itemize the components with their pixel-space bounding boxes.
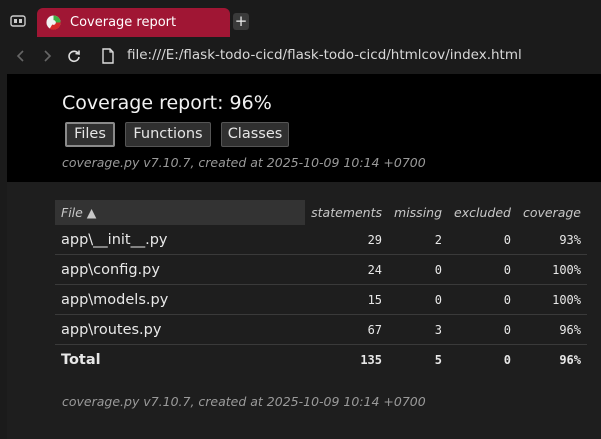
- classes-button[interactable]: Classes: [221, 122, 289, 147]
- back-icon[interactable]: [14, 49, 28, 63]
- excluded-cell: 0: [448, 225, 517, 255]
- tab-bar: Coverage report +: [0, 0, 601, 42]
- tab-title: Coverage report: [70, 15, 177, 30]
- page-title: Coverage report: 96%: [62, 92, 272, 114]
- table-row: app\models.py 15 0 0 100%: [55, 284, 587, 315]
- sidebar-toggle-icon[interactable]: [10, 15, 26, 27]
- file-link[interactable]: app\models.py: [55, 284, 306, 315]
- report-header: Coverage report: 96% Files Functions Cla…: [7, 74, 601, 182]
- file-link[interactable]: app\config.py: [55, 254, 306, 285]
- generated-meta: coverage.py v7.10.7, created at 2025-10-…: [62, 155, 426, 170]
- coverage-table: File ▲ statements missing excluded cover…: [55, 200, 587, 374]
- total-label: Total: [61, 351, 101, 368]
- missing-cell: 0: [388, 284, 449, 315]
- table-header-row: File ▲ statements missing excluded cover…: [55, 200, 587, 225]
- excluded-cell: 0: [448, 314, 517, 345]
- total-statements: 135: [360, 352, 383, 367]
- excluded-cell: 0: [448, 284, 517, 315]
- total-missing: 5: [434, 352, 443, 367]
- tab-coverage-report[interactable]: Coverage report: [37, 8, 230, 37]
- new-tab-button[interactable]: +: [233, 13, 249, 30]
- column-file[interactable]: File ▲: [55, 200, 306, 225]
- missing-cell: 3: [388, 314, 449, 345]
- url-field[interactable]: file:///E:/flask-todo-cicd/flask-todo-ci…: [127, 47, 522, 63]
- footer-meta: coverage.py v7.10.7, created at 2025-10-…: [62, 394, 426, 409]
- files-button[interactable]: Files: [65, 122, 115, 147]
- total-excluded: 0: [503, 352, 511, 367]
- coverage-cell: 93%: [516, 225, 587, 255]
- excluded-cell: 0: [448, 254, 517, 285]
- statements-cell: 29: [305, 225, 389, 255]
- column-statements[interactable]: statements: [305, 200, 389, 225]
- coverage-cell: 100%: [516, 284, 587, 315]
- column-coverage[interactable]: coverage: [516, 200, 587, 225]
- total-coverage: 96%: [559, 352, 581, 367]
- file-icon: [102, 48, 114, 64]
- column-excluded[interactable]: excluded: [448, 200, 517, 225]
- table-row: app\routes.py 67 3 0 96%: [55, 314, 587, 345]
- table-row: app\__init__.py 29 2 0 93%: [55, 225, 587, 255]
- coverage-favicon-icon: [46, 15, 61, 30]
- column-missing[interactable]: missing: [388, 200, 449, 225]
- total-row: Total 135 5 0 96%: [55, 345, 587, 375]
- address-bar: file:///E:/flask-todo-cicd/flask-todo-ci…: [0, 42, 601, 72]
- file-link[interactable]: app\__init__.py: [55, 225, 306, 255]
- missing-cell: 2: [388, 225, 449, 255]
- reload-icon[interactable]: [67, 49, 81, 63]
- coverage-page: Coverage report: 96% Files Functions Cla…: [7, 74, 601, 439]
- coverage-cell: 100%: [516, 254, 587, 285]
- coverage-cell: 96%: [516, 314, 587, 345]
- file-link[interactable]: app\routes.py: [55, 314, 306, 345]
- missing-cell: 0: [388, 254, 449, 285]
- functions-button[interactable]: Functions: [125, 122, 211, 147]
- statements-cell: 67: [305, 314, 389, 345]
- forward-icon[interactable]: [40, 49, 54, 63]
- statements-cell: 15: [305, 284, 389, 315]
- statements-cell: 24: [305, 254, 389, 285]
- table-row: app\config.py 24 0 0 100%: [55, 254, 587, 285]
